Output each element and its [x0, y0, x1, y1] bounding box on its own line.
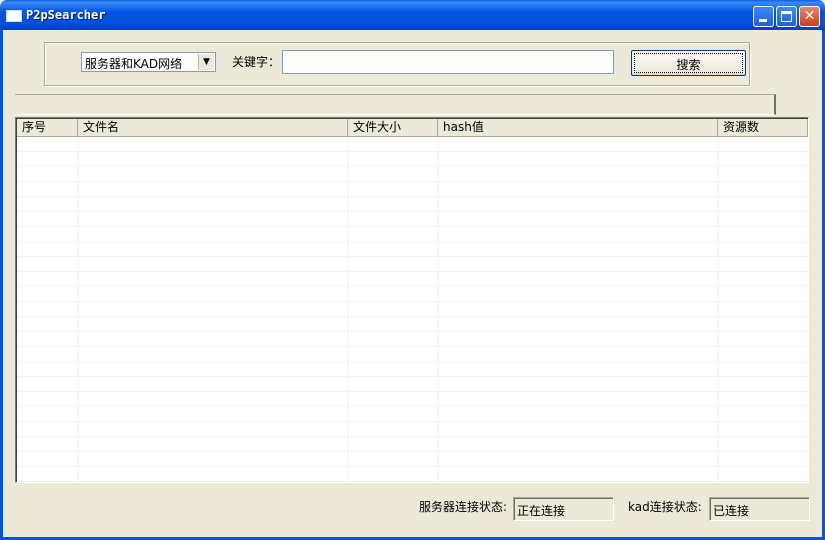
table-row[interactable]: [17, 407, 808, 422]
minimize-icon: [759, 19, 767, 22]
search-progress-bar: [15, 94, 776, 115]
column-gridline: [78, 137, 79, 482]
table-row[interactable]: [17, 212, 808, 227]
table-row[interactable]: [17, 242, 808, 257]
table-row[interactable]: [17, 182, 808, 197]
kad-status-value: 已连接: [713, 504, 750, 518]
chevron-down-icon[interactable]: ▼: [198, 54, 214, 70]
table-row[interactable]: [17, 272, 808, 287]
window-title: P2pSearcher: [26, 8, 106, 22]
table-row[interactable]: [17, 152, 808, 167]
results-table[interactable]: 序号 文件名 文件大小 hash值 资源数: [15, 117, 809, 483]
app-window: P2pSearcher ✕ 服务器和KAD网络 ▼ 关键字： 搜索 序号 文件名…: [0, 0, 825, 540]
column-header-hash[interactable]: hash值: [438, 119, 718, 136]
table-row[interactable]: [17, 422, 808, 437]
title-bar[interactable]: P2pSearcher ✕: [0, 0, 825, 30]
network-select[interactable]: 服务器和KAD网络 ▼: [81, 52, 216, 72]
close-icon: ✕: [803, 8, 816, 24]
table-row[interactable]: [17, 467, 808, 482]
table-row[interactable]: [17, 347, 808, 362]
column-header-sources[interactable]: 资源数: [718, 119, 808, 136]
server-status-value: 正在连接: [517, 504, 566, 518]
table-row[interactable]: [17, 287, 808, 302]
table-row[interactable]: [17, 437, 808, 452]
table-row[interactable]: [17, 167, 808, 182]
search-button[interactable]: 搜索: [631, 50, 746, 76]
column-gridline: [438, 137, 439, 482]
server-status-field: 正在连接: [513, 497, 614, 521]
table-row[interactable]: [17, 227, 808, 242]
app-icon: [6, 10, 22, 22]
maximize-icon: [781, 11, 792, 22]
table-row[interactable]: [17, 392, 808, 407]
kad-status-field: 已连接: [709, 497, 810, 521]
kad-status-label: kad连接状态:: [628, 500, 702, 514]
table-row[interactable]: [17, 332, 808, 347]
close-button[interactable]: ✕: [799, 6, 820, 27]
table-row[interactable]: [17, 197, 808, 212]
table-row[interactable]: [17, 257, 808, 272]
keyword-input[interactable]: [282, 50, 614, 74]
column-header-filesize[interactable]: 文件大小: [348, 119, 438, 136]
table-body[interactable]: [17, 137, 808, 482]
minimize-button[interactable]: [753, 6, 774, 27]
window-border-left: [0, 30, 3, 540]
maximize-button[interactable]: [776, 6, 797, 27]
table-row[interactable]: [17, 377, 808, 392]
table-row[interactable]: [17, 137, 808, 152]
column-header-index[interactable]: 序号: [17, 119, 78, 136]
table-row[interactable]: [17, 362, 808, 377]
column-header-filename[interactable]: 文件名: [78, 119, 348, 136]
server-status-label: 服务器连接状态:: [419, 500, 508, 514]
network-select-value: 服务器和KAD网络: [85, 57, 183, 71]
table-row[interactable]: [17, 317, 808, 332]
table-row[interactable]: [17, 302, 808, 317]
keyword-label: 关键字：: [232, 55, 281, 69]
column-gridline: [718, 137, 719, 482]
column-gridline: [348, 137, 349, 482]
table-header: 序号 文件名 文件大小 hash值 资源数: [17, 119, 808, 137]
search-button-label: 搜索: [676, 58, 701, 72]
table-row[interactable]: [17, 452, 808, 467]
